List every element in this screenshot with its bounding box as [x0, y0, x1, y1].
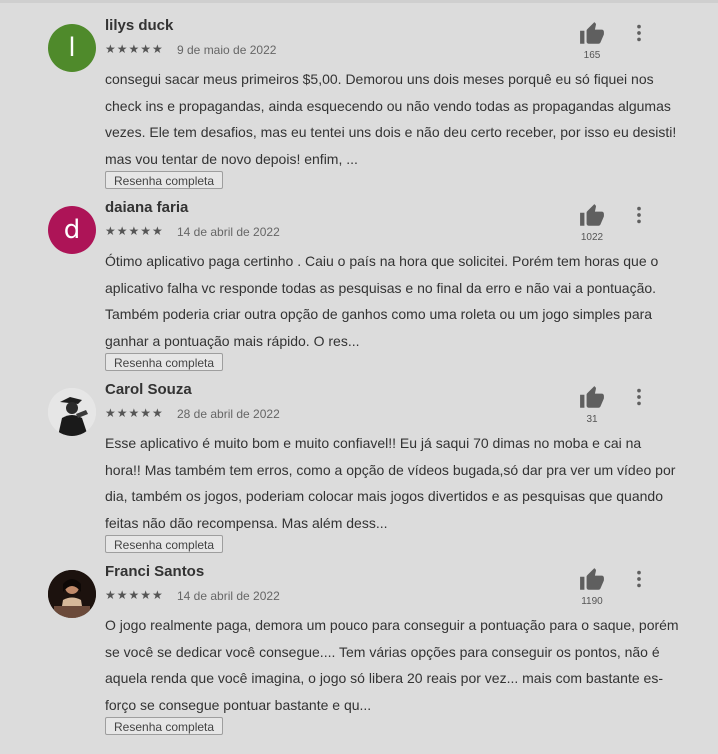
user-photo-icon — [48, 388, 96, 436]
more-vert-icon[interactable] — [628, 568, 650, 590]
avatar — [48, 388, 96, 436]
star-rating: ★★★★★ — [105, 588, 164, 602]
review-date: 14 de abril de 2022 — [177, 225, 280, 239]
more-vert-icon[interactable] — [628, 22, 650, 44]
review-text: Ótimo aplicativo paga certinho . Caiu o … — [105, 253, 659, 349]
like-count: 31 — [586, 414, 598, 425]
avatar — [48, 570, 96, 618]
review-text: O jogo realmente paga, demora um pouco p… — [105, 617, 679, 713]
thumbs-up-icon[interactable] — [578, 385, 606, 411]
review-author: Carol Souza — [105, 381, 192, 398]
review-author: lilys duck — [105, 17, 174, 34]
review-text: Esse aplicativo é muito bom e muito conf… — [105, 435, 676, 531]
review-text: consegui sacar meus primeiros $5,00. Dem… — [105, 71, 677, 167]
more-vert-icon[interactable] — [628, 386, 650, 408]
avatar: l — [48, 24, 96, 72]
review-date: 9 de maio de 2022 — [177, 43, 277, 57]
review-author: Franci Santos — [105, 563, 205, 580]
thumbs-up-icon[interactable] — [578, 21, 606, 47]
user-photo-icon — [48, 570, 96, 618]
review-card: Carol Souza ★★★★★ 28 de abril de 2022 31… — [0, 364, 718, 553]
review-card: d daiana faria ★★★★★ 14 de abril de 2022… — [0, 182, 718, 371]
star-rating: ★★★★★ — [105, 406, 164, 420]
star-rating: ★★★★★ — [105, 42, 164, 56]
full-review-button[interactable]: Resenha completa — [105, 717, 224, 735]
thumbs-up-icon[interactable] — [578, 567, 606, 593]
review-date: 28 de abril de 2022 — [177, 407, 280, 421]
review-author: daiana faria — [105, 199, 189, 216]
review-date: 14 de abril de 2022 — [177, 589, 280, 603]
star-rating: ★★★★★ — [105, 224, 164, 238]
more-vert-icon[interactable] — [628, 204, 650, 226]
like-count: 1190 — [581, 596, 603, 607]
like-count: 165 — [583, 50, 601, 61]
like-count: 1022 — [580, 232, 604, 243]
review-card: l lilys duck ★★★★★ 9 de maio de 2022 165… — [0, 0, 718, 189]
thumbs-up-icon[interactable] — [578, 203, 606, 229]
avatar: d — [48, 206, 96, 254]
review-card: Franci Santos ★★★★★ 14 de abril de 2022 … — [0, 546, 718, 735]
